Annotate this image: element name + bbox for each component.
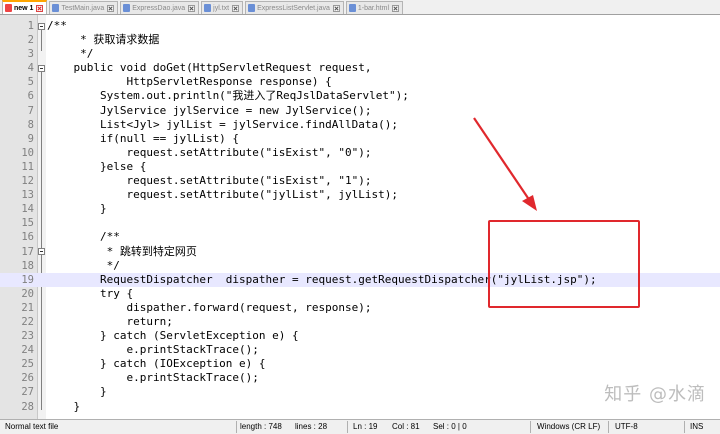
- status-file-type: Normal text file: [5, 422, 59, 431]
- status-lines: lines : 28: [295, 422, 328, 431]
- tab-bar: new 1 TestMain.java ExpressDao.java jyl.…: [0, 0, 720, 15]
- status-insert-mode[interactable]: INS: [690, 422, 703, 431]
- status-eol[interactable]: Windows (CR LF): [537, 422, 600, 431]
- tab-label: 1-bar.html: [357, 4, 390, 12]
- status-column: Col : 81: [392, 422, 420, 431]
- status-length: length : 748: [240, 422, 282, 431]
- status-line-number: Ln : 19: [353, 422, 378, 431]
- close-icon[interactable]: [332, 4, 340, 12]
- tab-jyl-txt[interactable]: jyl.txt: [201, 1, 244, 14]
- tab-expressdao[interactable]: ExpressDao.java: [120, 1, 200, 14]
- tab-new-1[interactable]: new 1: [2, 0, 48, 14]
- tab-1-bar-html[interactable]: 1-bar.html: [345, 1, 404, 14]
- file-modified-icon: [5, 4, 12, 12]
- tab-label: ExpressListServlet.java: [257, 4, 330, 12]
- tab-label: jyl.txt: [213, 4, 230, 12]
- tab-expresslistservlet[interactable]: ExpressListServlet.java: [245, 1, 344, 14]
- status-selection: Sel : 0 | 0: [433, 422, 467, 431]
- annotation-highlight-box: [488, 220, 640, 308]
- close-icon[interactable]: [107, 4, 115, 12]
- close-icon[interactable]: [232, 4, 240, 12]
- close-icon[interactable]: [188, 4, 196, 12]
- code-editor[interactable]: 1/** 2 * 获取请求数据 3 */4 public void doGet(Ht…: [0, 15, 720, 419]
- file-icon: [123, 4, 131, 12]
- close-icon[interactable]: [392, 4, 400, 12]
- close-icon[interactable]: [36, 4, 44, 12]
- status-bar: Normal text file length : 748 lines : 28…: [0, 419, 720, 434]
- annotation-arrow: [473, 117, 537, 211]
- watermark: 知乎 @水滴: [604, 384, 706, 405]
- tab-testmain[interactable]: TestMain.java: [49, 1, 119, 14]
- tab-label: ExpressDao.java: [132, 4, 186, 12]
- tab-label: TestMain.java: [61, 4, 105, 12]
- tab-label: new 1: [14, 4, 34, 12]
- status-encoding[interactable]: UTF-8: [615, 422, 638, 431]
- file-icon: [348, 4, 356, 12]
- file-icon: [52, 4, 60, 12]
- file-icon: [204, 4, 212, 12]
- file-icon: [248, 4, 256, 12]
